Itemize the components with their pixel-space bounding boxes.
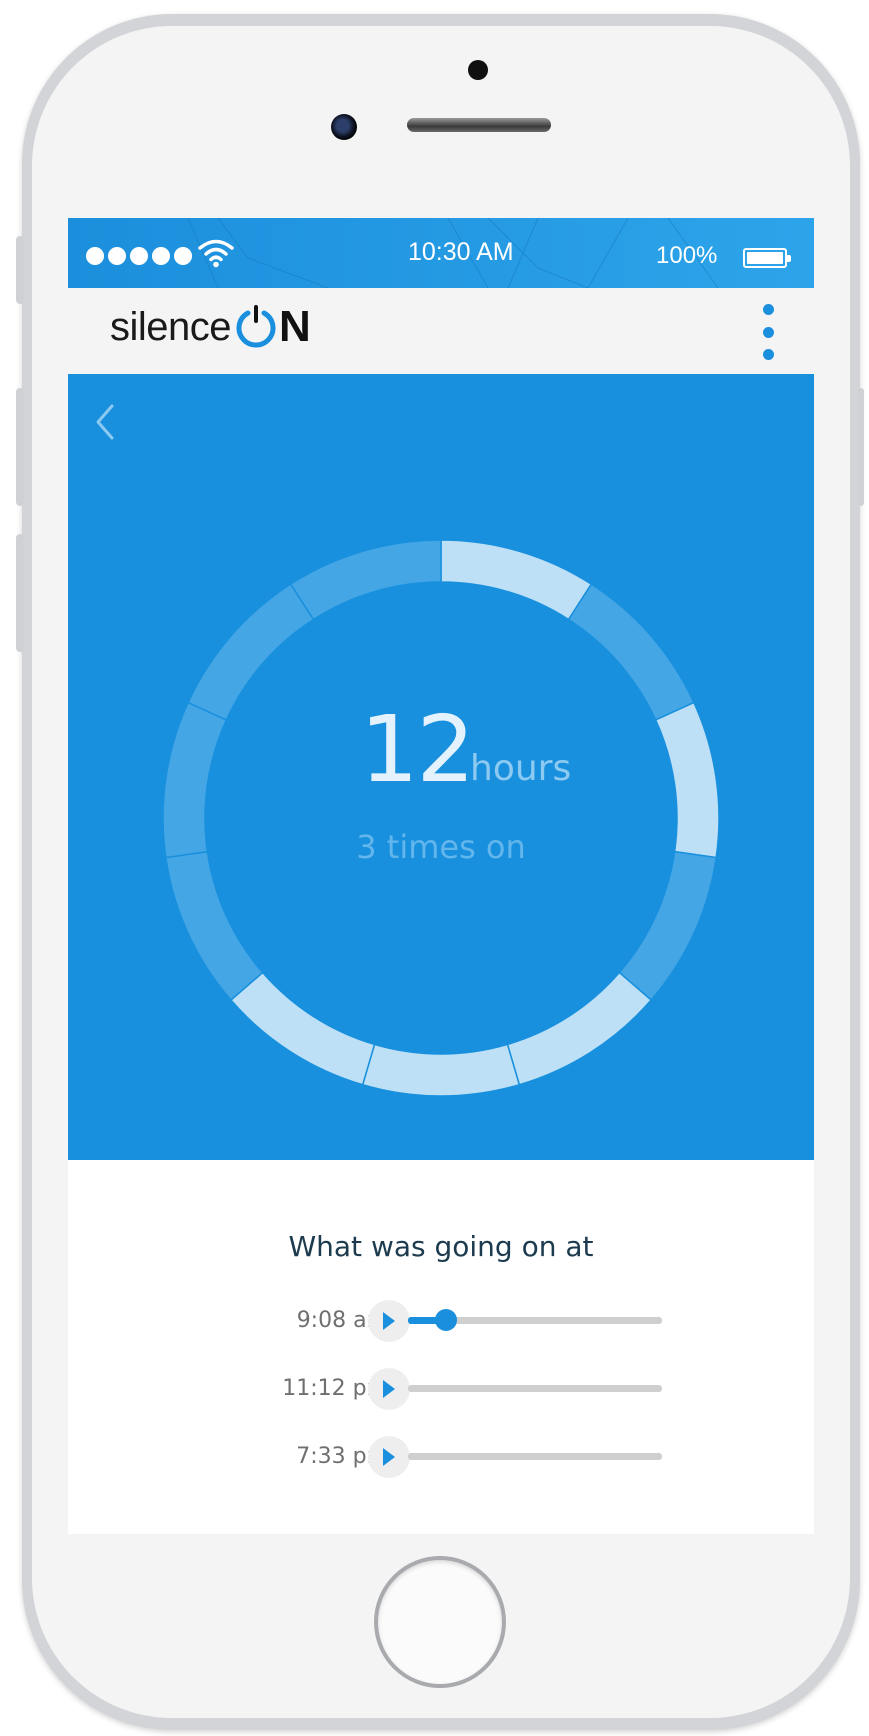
play-button[interactable]	[368, 1300, 410, 1342]
volume-up-button	[16, 388, 24, 506]
logo-suffix: N	[279, 302, 311, 351]
screen: 10:30 AM 100% silence N 12 hours 3 times…	[68, 218, 814, 1534]
usage-summary: 12 hours 3 times on	[68, 374, 814, 1160]
playback-slider[interactable]	[408, 1385, 662, 1392]
volume-down-button	[16, 534, 24, 652]
ring-segment-inactive	[567, 583, 695, 721]
app-logo: silence N	[110, 302, 311, 352]
times-on-label: 3 times on	[356, 828, 526, 866]
mute-switch	[16, 236, 24, 304]
status-bar: 10:30 AM 100%	[68, 218, 814, 288]
play-icon	[383, 1448, 395, 1466]
power-button	[858, 388, 864, 506]
battery-icon	[743, 248, 791, 268]
slider-thumb[interactable]	[435, 1309, 458, 1331]
hours-value: 12	[360, 696, 475, 803]
logo-text: silence	[110, 304, 232, 349]
timeline-row: 9:08 am	[68, 1300, 814, 1344]
play-button[interactable]	[368, 1368, 410, 1410]
play-icon	[383, 1380, 395, 1398]
ring-segment-inactive	[618, 850, 718, 1002]
play-icon	[383, 1312, 395, 1330]
ring-segment-inactive	[289, 539, 442, 621]
wifi-icon	[198, 239, 234, 268]
app-header: silence N	[68, 288, 814, 374]
more-vertical-icon[interactable]	[758, 304, 778, 360]
ring-segment-active	[506, 971, 653, 1086]
battery-percentage: 100%	[656, 242, 718, 269]
ring-segment-active	[361, 1043, 521, 1097]
timeline-row: 11:12 pm	[68, 1368, 814, 1412]
proximity-sensor	[468, 60, 488, 80]
timeline-row: 7:33 pm	[68, 1436, 814, 1480]
status-time: 10:30 AM	[408, 238, 514, 266]
timeline-panel: What was going on at 9:08 am 11:12 pm 7:…	[68, 1160, 814, 1534]
hours-unit: hours	[470, 748, 572, 789]
ring-segment-inactive	[187, 583, 315, 721]
signal-strength-icon	[86, 247, 192, 265]
timeline-title: What was going on at	[288, 1230, 594, 1263]
ring-segment-active	[440, 539, 593, 621]
playback-slider[interactable]	[408, 1453, 662, 1460]
ring-segment-active	[229, 971, 376, 1086]
home-button[interactable]	[374, 1556, 506, 1688]
front-camera	[331, 114, 357, 140]
power-icon	[235, 305, 277, 349]
playback-slider[interactable]	[408, 1309, 662, 1331]
play-button[interactable]	[368, 1436, 410, 1478]
ring-segment-inactive	[164, 850, 264, 1002]
earpiece-speaker	[407, 118, 551, 132]
